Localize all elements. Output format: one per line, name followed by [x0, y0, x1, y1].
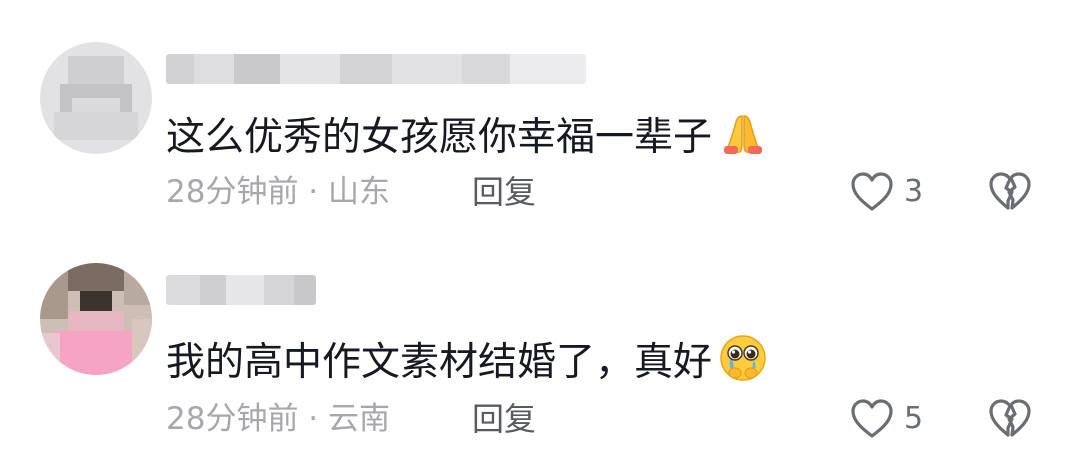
- comment-location: 山东: [328, 174, 391, 210]
- like-count: 3: [904, 174, 924, 209]
- like-button[interactable]: 3: [850, 168, 940, 216]
- dislike-button[interactable]: [988, 168, 1034, 216]
- avatar[interactable]: [40, 42, 152, 154]
- username-blurred[interactable]: [166, 54, 586, 84]
- comment-time: 28分钟前: [166, 401, 299, 437]
- comment-time: 28分钟前: [166, 174, 299, 210]
- like-count: 5: [904, 401, 924, 436]
- heart-outline-icon: [851, 399, 893, 438]
- comment-meta: 28分钟前 · 山东: [166, 172, 390, 212]
- username-blurred[interactable]: [166, 275, 316, 305]
- comment-item: 这么优秀的女孩愿你幸福一辈子 28分钟前 · 山东 回复 3: [0, 0, 1080, 229]
- reply-button[interactable]: 回复: [472, 172, 536, 212]
- like-button[interactable]: 5: [850, 395, 940, 443]
- reply-button[interactable]: 回复: [472, 399, 536, 439]
- dislike-button[interactable]: [988, 395, 1034, 443]
- folded-hands-icon: [718, 108, 768, 171]
- broken-heart-icon: [989, 172, 1031, 210]
- heart-outline-icon: [851, 172, 893, 211]
- comment-meta: 28分钟前 · 云南: [166, 399, 390, 439]
- comment-location: 云南: [328, 401, 391, 437]
- comment-item: 我的高中作文素材结婚了，真好 28分钟前 · 云南 回复 5: [0, 229, 1080, 458]
- meta-separator: ·: [298, 401, 329, 437]
- pleading-face-icon: [718, 333, 768, 396]
- comment-text: 这么优秀的女孩愿你幸福一辈子: [166, 108, 768, 171]
- meta-separator: ·: [298, 174, 329, 210]
- broken-heart-icon: [989, 399, 1031, 437]
- comment-text: 我的高中作文素材结婚了，真好: [166, 333, 768, 396]
- avatar[interactable]: [40, 263, 152, 375]
